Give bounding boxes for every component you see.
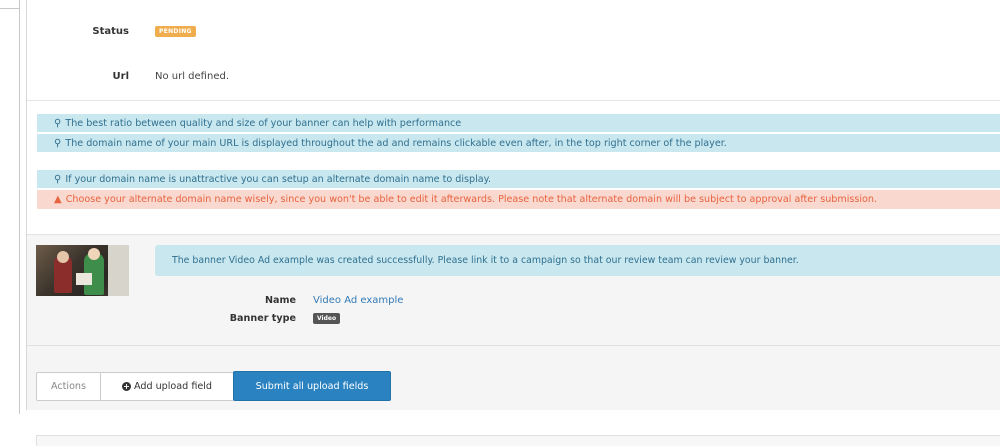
add-upload-field-button[interactable]: + Add upload field [101,372,234,401]
banner-name-row: Name Video Ad example [0,295,403,306]
submit-all-upload-fields-button[interactable]: Submit all upload fields [233,371,391,401]
tip-text: If your domain name is unattractive you … [65,173,492,185]
banner-type-label: Banner type [229,313,296,324]
status-badge: PENDING [155,26,196,37]
banner-thumbnail[interactable] [36,245,129,296]
warning-icon: ▲ [54,194,62,205]
tip-text: The domain name of your main URL is disp… [65,137,727,149]
warning-text: Choose your alternate domain name wisely… [65,194,878,205]
banner-name-label: Name [264,295,296,306]
status-row: Status PENDING [0,26,196,37]
lightbulb-icon: ⚲ [54,173,62,185]
frame-border-top [0,8,19,9]
section-divider [27,100,1000,101]
plus-circle-icon: + [121,382,131,391]
banner-type-badge: Video [313,313,341,324]
success-message: The banner Video Ad example was created … [155,245,1000,276]
actions-button-group: Actions + Add upload field [36,372,234,401]
url-value: No url defined. [155,71,229,82]
banner-type-row: Banner type Video [0,313,341,324]
status-label: Status [92,26,129,37]
add-upload-field-label: Add upload field [133,381,213,392]
warning-bar: ▲ Choose your alternate domain name wise… [37,190,1000,209]
lightbulb-icon: ⚲ [54,117,62,129]
frame-border-left [19,0,20,414]
actions-button[interactable]: Actions [36,372,101,401]
tip-bar: ⚲ The domain name of your main URL is di… [37,134,1000,152]
url-row: Url No url defined. [0,71,229,82]
tip-text: The best ratio between quality and size … [65,117,462,129]
bottom-panel [36,435,1000,446]
url-label: Url [112,71,129,82]
tip-bar: ⚲ If your domain name is unattractive yo… [37,170,1000,188]
banner-name-link[interactable]: Video Ad example [313,295,403,306]
lightbulb-icon: ⚲ [54,137,62,149]
tip-bar: ⚲ The best ratio between quality and siz… [37,114,1000,132]
panel-divider [27,345,1000,346]
